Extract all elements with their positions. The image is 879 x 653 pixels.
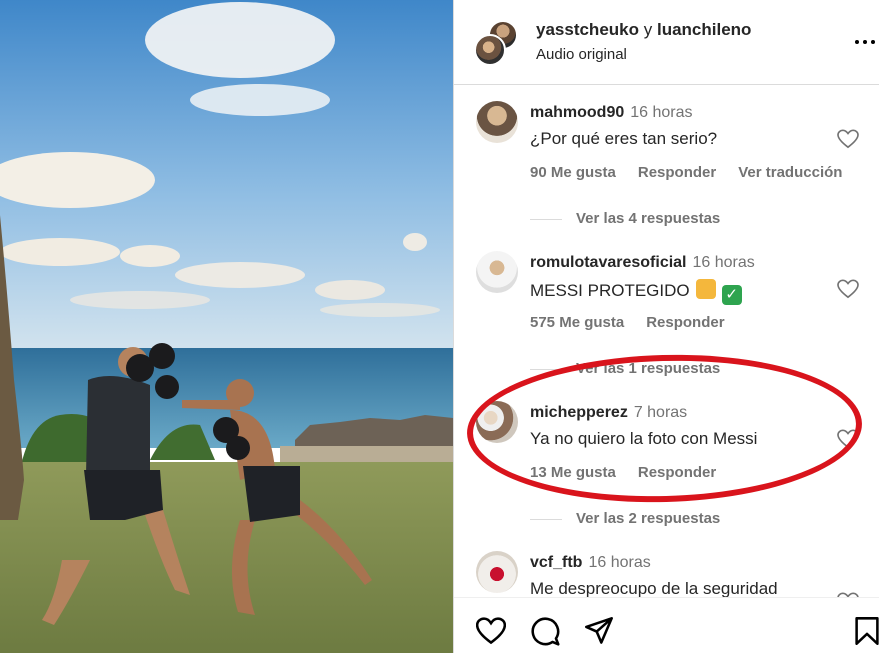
- bookmark-icon[interactable]: [852, 616, 879, 646]
- likes-count[interactable]: 575 Me gusta: [530, 314, 624, 331]
- username-text[interactable]: mahmood90: [530, 104, 624, 121]
- comment-text: Me despreocupo de la seguridad: [530, 579, 778, 597]
- view-replies-button[interactable]: Ver las 1 respuestas: [530, 360, 720, 377]
- view-replies-label[interactable]: Ver las 4 respuestas: [576, 210, 720, 227]
- view-replies-button[interactable]: Ver las 2 respuestas: [530, 510, 720, 527]
- comment-actions: 90 Me gusta Responder Ver traducción: [530, 164, 864, 181]
- comment-time: 16 horas: [630, 104, 693, 121]
- post-authors: yasstcheuko y luanchileno: [536, 20, 751, 40]
- like-heart-icon[interactable]: [837, 129, 859, 149]
- like-heart-icon[interactable]: [837, 279, 859, 299]
- view-replies-label[interactable]: Ver las 2 respuestas: [576, 510, 720, 527]
- like-heart-icon[interactable]: [837, 429, 859, 449]
- more-icon[interactable]: [854, 30, 878, 54]
- divider: [530, 218, 562, 220]
- post-side-panel: yasstcheuko y luanchileno Audio original…: [453, 0, 879, 653]
- comment-icon[interactable]: [530, 616, 560, 646]
- author-username[interactable]: luanchileno: [657, 20, 751, 39]
- comment-actions: 13 Me gusta Responder: [530, 464, 738, 481]
- comment-username[interactable]: michepperez 7 horas: [530, 404, 687, 422]
- view-replies-label[interactable]: Ver las 1 respuestas: [576, 360, 720, 377]
- comment-text: MESSI PROTEGIDO ✓: [530, 279, 742, 305]
- username-text[interactable]: romulotavaresoficial: [530, 254, 687, 271]
- post-action-bar: [454, 597, 879, 653]
- view-replies-button[interactable]: Ver las 4 respuestas: [530, 210, 720, 227]
- divider: [530, 368, 562, 370]
- share-icon[interactable]: [584, 616, 614, 646]
- likes-count[interactable]: 13 Me gusta: [530, 464, 616, 481]
- post-header: yasstcheuko y luanchileno Audio original: [454, 0, 879, 85]
- comment-username[interactable]: mahmood90 16 horas: [530, 104, 693, 122]
- avatar[interactable]: [476, 551, 518, 593]
- author-connector: y: [643, 20, 653, 39]
- comment-text: ¿Por qué eres tan serio?: [530, 129, 718, 148]
- boxing-photo: [0, 0, 453, 653]
- comment-username[interactable]: romulotavaresoficial 16 horas: [530, 254, 755, 272]
- reply-button[interactable]: Responder: [638, 164, 716, 181]
- author-username[interactable]: yasstcheuko: [536, 20, 639, 39]
- translate-button[interactable]: Ver traducción: [738, 164, 842, 181]
- comment-time: 16 horas: [692, 254, 755, 271]
- divider: [530, 518, 562, 520]
- audio-link[interactable]: Audio original: [536, 46, 627, 63]
- reply-button[interactable]: Responder: [638, 464, 716, 481]
- avatar[interactable]: [476, 401, 518, 443]
- reply-button[interactable]: Responder: [646, 314, 724, 331]
- likes-count[interactable]: 90 Me gusta: [530, 164, 616, 181]
- comment-text: Ya no quiero la foto con Messi: [530, 429, 758, 448]
- username-text[interactable]: vcf_ftb: [530, 554, 582, 571]
- comment-text-content: MESSI PROTEGIDO: [530, 281, 690, 300]
- comment-time: 7 horas: [633, 404, 688, 421]
- comment-actions: 575 Me gusta Responder: [530, 314, 747, 331]
- collab-avatars[interactable]: [474, 20, 520, 66]
- avatar[interactable]: [476, 101, 518, 143]
- check-emoji-icon: ✓: [721, 285, 742, 305]
- heart-icon[interactable]: [476, 616, 506, 646]
- post-photo[interactable]: [0, 0, 453, 653]
- comments-list[interactable]: mahmood90 16 horas ¿Por qué eres tan seri…: [454, 86, 879, 597]
- lock-emoji-icon: [695, 279, 716, 299]
- avatar[interactable]: [476, 251, 518, 293]
- comment-time: 16 horas: [588, 554, 651, 571]
- comment-username[interactable]: vcf_ftb 16 horas: [530, 554, 651, 572]
- username-text[interactable]: michepperez: [530, 404, 628, 421]
- avatar[interactable]: [474, 34, 506, 66]
